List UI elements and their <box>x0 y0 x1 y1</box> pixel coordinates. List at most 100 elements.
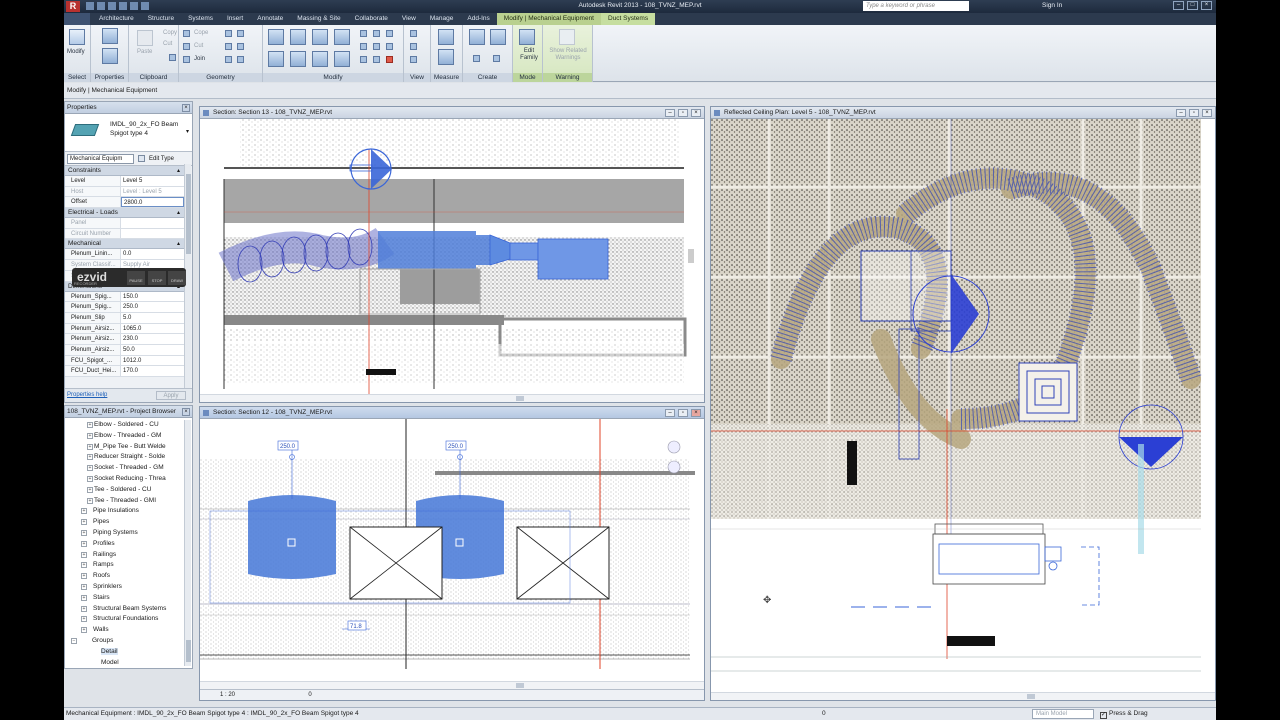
restore-icon[interactable]: ▫ <box>678 109 688 117</box>
type-properties-icon[interactable] <box>102 28 118 44</box>
minimize-icon[interactable]: – <box>665 109 675 117</box>
browser-tree-item[interactable]: + M_Pipe Tee - Butt Welde <box>65 442 183 453</box>
view-scale[interactable]: 1 : 20 <box>220 692 235 698</box>
array-icon[interactable] <box>360 43 367 50</box>
browser-tree-item[interactable]: + Profiles <box>65 539 183 550</box>
move-icon[interactable] <box>268 51 284 67</box>
edit-type-icon[interactable] <box>138 155 145 162</box>
browser-tree-item[interactable]: + Reducer Straight - Solde <box>65 452 183 463</box>
close-icon[interactable]: × <box>182 408 190 416</box>
browser-tree-item[interactable]: + Walls <box>65 625 183 636</box>
property-value[interactable]: 0.0 <box>121 249 184 260</box>
section-12-canvas[interactable]: 250.0 250.0 71.8 <box>200 419 705 681</box>
create-assembly-icon[interactable] <box>469 29 485 45</box>
paint-icon[interactable] <box>225 43 232 50</box>
tab-annotate[interactable]: Annotate <box>250 13 290 25</box>
cut-label[interactable]: Cut <box>163 41 172 47</box>
expand-icon[interactable]: + <box>87 486 93 493</box>
cut-geometry-icon[interactable] <box>183 43 190 50</box>
collapse-icon[interactable]: − <box>71 637 77 644</box>
close-icon[interactable]: × <box>691 109 701 117</box>
cope-icon[interactable] <box>183 30 190 37</box>
browser-tree-item[interactable]: + Structural Foundations <box>65 614 183 625</box>
browser-tree-item[interactable]: + Ramps <box>65 560 183 571</box>
type-selector[interactable]: IMDL_90_2x_FO Beam Spigot type 4 ▾ <box>65 114 192 152</box>
view-section-13[interactable]: Section: Section 13 - 108_TVNZ_MEP.rvt –… <box>199 106 705 403</box>
section-13-canvas[interactable] <box>200 119 705 403</box>
browser-tree-item[interactable]: + Tee - Soldered - CU <box>65 485 183 496</box>
property-value[interactable]: 1012.0 <box>121 355 184 366</box>
property-row[interactable]: Plenum_Airsiz... 1065.0 <box>65 323 184 335</box>
property-value[interactable]: 170.0 <box>121 366 184 376</box>
hide-in-view-icon[interactable] <box>410 30 417 37</box>
expand-icon[interactable]: + <box>87 465 93 472</box>
property-row[interactable]: FCU_Spigot_... 1012.0 <box>65 355 184 367</box>
trim-multiple-icon[interactable] <box>360 56 367 63</box>
close-icon[interactable]: × <box>182 104 190 112</box>
expand-icon[interactable]: + <box>81 573 87 580</box>
scroll-thumb[interactable] <box>186 174 191 254</box>
match-properties-icon[interactable] <box>169 54 176 61</box>
extend-icon[interactable] <box>373 56 380 63</box>
expand-icon[interactable]: + <box>87 497 93 504</box>
expand-icon[interactable]: + <box>87 432 93 439</box>
minimize-icon[interactable]: – <box>665 409 675 417</box>
wall-joins-icon[interactable] <box>225 30 232 37</box>
property-group-header[interactable]: Constraints <box>65 166 184 176</box>
minimize-icon[interactable]: – <box>1176 109 1186 117</box>
close-icon[interactable]: × <box>1201 1 1212 10</box>
horizontal-scrollbar[interactable] <box>200 394 704 402</box>
align-geometry-icon[interactable] <box>225 56 232 63</box>
press-drag-toggle[interactable]: ✓ Press & Drag <box>1100 708 1148 720</box>
browser-tree-item[interactable]: + Stairs <box>65 593 183 604</box>
modify-cursor-icon[interactable] <box>69 29 85 45</box>
rotate-icon[interactable] <box>312 51 328 67</box>
restore-icon[interactable]: ▫ <box>1189 109 1199 117</box>
browser-tree-item[interactable]: + Tee - Threaded - GMI <box>65 496 183 507</box>
close-icon[interactable]: × <box>1202 109 1212 117</box>
tab-duct-systems[interactable]: Duct Systems <box>601 13 656 25</box>
expand-icon[interactable]: + <box>81 562 87 569</box>
remove-paint-icon[interactable] <box>237 56 244 63</box>
help-search-input[interactable]: Type a keyword or phrase <box>863 1 969 11</box>
expand-icon[interactable]: + <box>81 594 87 601</box>
instance-filter-select[interactable]: Mechanical Equipm <box>67 153 134 164</box>
tab-modify-mechanical-equipment[interactable]: Modify | Mechanical Equipment <box>496 13 601 25</box>
horizontal-scrollbar[interactable] <box>200 681 704 689</box>
property-value[interactable]: 1065.0 <box>121 323 184 334</box>
browser-tree-item[interactable]: + Roofs <box>65 571 183 582</box>
stop-button[interactable]: STOP <box>148 271 166 285</box>
properties-icon[interactable] <box>102 48 118 64</box>
tab-manage[interactable]: Manage <box>423 13 461 25</box>
property-value[interactable]: 150.0 <box>121 291 184 302</box>
split-face-icon[interactable] <box>237 30 244 37</box>
browser-tree-item[interactable]: + Piping Systems <box>65 528 183 539</box>
draw-button[interactable]: DRAW <box>168 271 186 285</box>
sign-in-link[interactable]: Sign In <box>1042 2 1062 9</box>
browser-tree-item[interactable]: + Structural Beam Systems <box>65 604 183 615</box>
scroll-thumb[interactable] <box>516 683 524 688</box>
property-row[interactable]: Plenum_Spig... 250.0 <box>65 302 184 313</box>
property-value[interactable]: 50.0 <box>121 344 184 355</box>
expand-icon[interactable]: + <box>87 475 93 482</box>
tab-insert[interactable]: Insert <box>220 13 250 25</box>
browser-scrollbar[interactable] <box>184 420 191 666</box>
dimension-label-3[interactable]: 71.8 <box>350 624 362 630</box>
pause-button[interactable]: PAUSE <box>127 271 145 285</box>
expand-icon[interactable]: + <box>81 583 87 590</box>
expand-icon[interactable]: + <box>87 454 93 461</box>
properties-help-link[interactable]: Properties help <box>67 392 107 398</box>
expand-icon[interactable]: + <box>81 540 87 547</box>
demolish-icon[interactable] <box>237 43 244 50</box>
property-value[interactable]: Level 5 <box>121 176 184 186</box>
expand-icon[interactable]: + <box>81 616 87 623</box>
edit-family-icon[interactable] <box>519 29 535 45</box>
delete-icon[interactable] <box>386 56 393 63</box>
application-menu-button[interactable] <box>64 13 90 25</box>
scroll-thumb[interactable] <box>516 396 524 401</box>
property-group-header[interactable]: Mechanical <box>65 239 184 250</box>
modify-button-label[interactable]: Modify <box>67 49 85 55</box>
tab-collaborate[interactable]: Collaborate <box>348 13 395 25</box>
property-row[interactable]: Offset 2800.0 <box>65 197 184 209</box>
measure-between-icon[interactable] <box>438 29 454 45</box>
